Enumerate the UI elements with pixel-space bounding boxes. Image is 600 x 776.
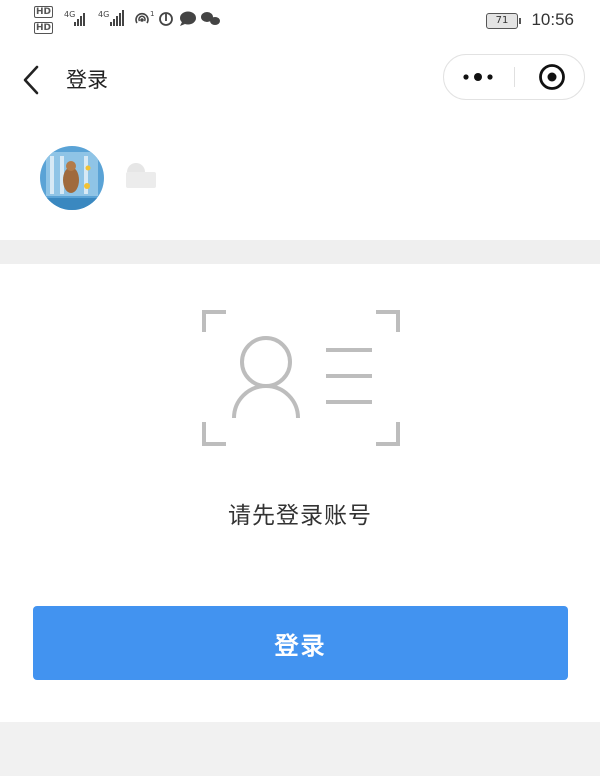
network-2-label: 4G	[98, 10, 109, 19]
profile-section	[0, 114, 600, 240]
login-prompt: 请先登录账号	[228, 503, 372, 529]
nickname-placeholder	[124, 160, 156, 190]
signal-icon	[110, 10, 124, 26]
login-button[interactable]: 登录	[33, 606, 568, 680]
hotspot-icon	[135, 12, 149, 24]
close-miniprogram-button[interactable]	[515, 55, 585, 99]
id-card-scan-icon	[202, 310, 400, 446]
signal-icon	[74, 13, 85, 26]
login-card: 请先登录账号 登录	[0, 264, 600, 722]
status-bar: HD HD 4G 4G 1 71 10:56	[0, 0, 600, 44]
nav-bar: 登录	[0, 44, 600, 114]
miniprogram-capsule	[443, 54, 585, 100]
section-divider	[0, 240, 600, 264]
battery-level: 71	[495, 15, 509, 26]
wechat-icon	[201, 12, 220, 25]
chat-bubble-icon	[180, 11, 196, 26]
miniprogram-close-icon	[539, 64, 565, 90]
more-dots-icon	[463, 73, 493, 81]
avatar[interactable]	[40, 146, 104, 210]
svg-text:1: 1	[150, 10, 154, 18]
nickname-blur-shape	[126, 163, 156, 188]
clock: 10:56	[531, 10, 574, 29]
back-button[interactable]	[14, 62, 50, 98]
sim1-hd-badge: HD	[34, 6, 54, 18]
battery-icon: 71	[486, 13, 521, 29]
status-icons: 4G 4G 1	[64, 10, 220, 26]
network-1-label: 4G	[64, 10, 75, 19]
bottom-area	[0, 722, 600, 776]
netease-music-icon	[159, 12, 173, 26]
sim2-hd-badge: HD	[34, 22, 54, 34]
user-avatar-photo	[40, 146, 104, 210]
chevron-left-icon	[23, 65, 39, 95]
more-button[interactable]	[444, 55, 514, 99]
page-title: 登录	[66, 68, 108, 92]
